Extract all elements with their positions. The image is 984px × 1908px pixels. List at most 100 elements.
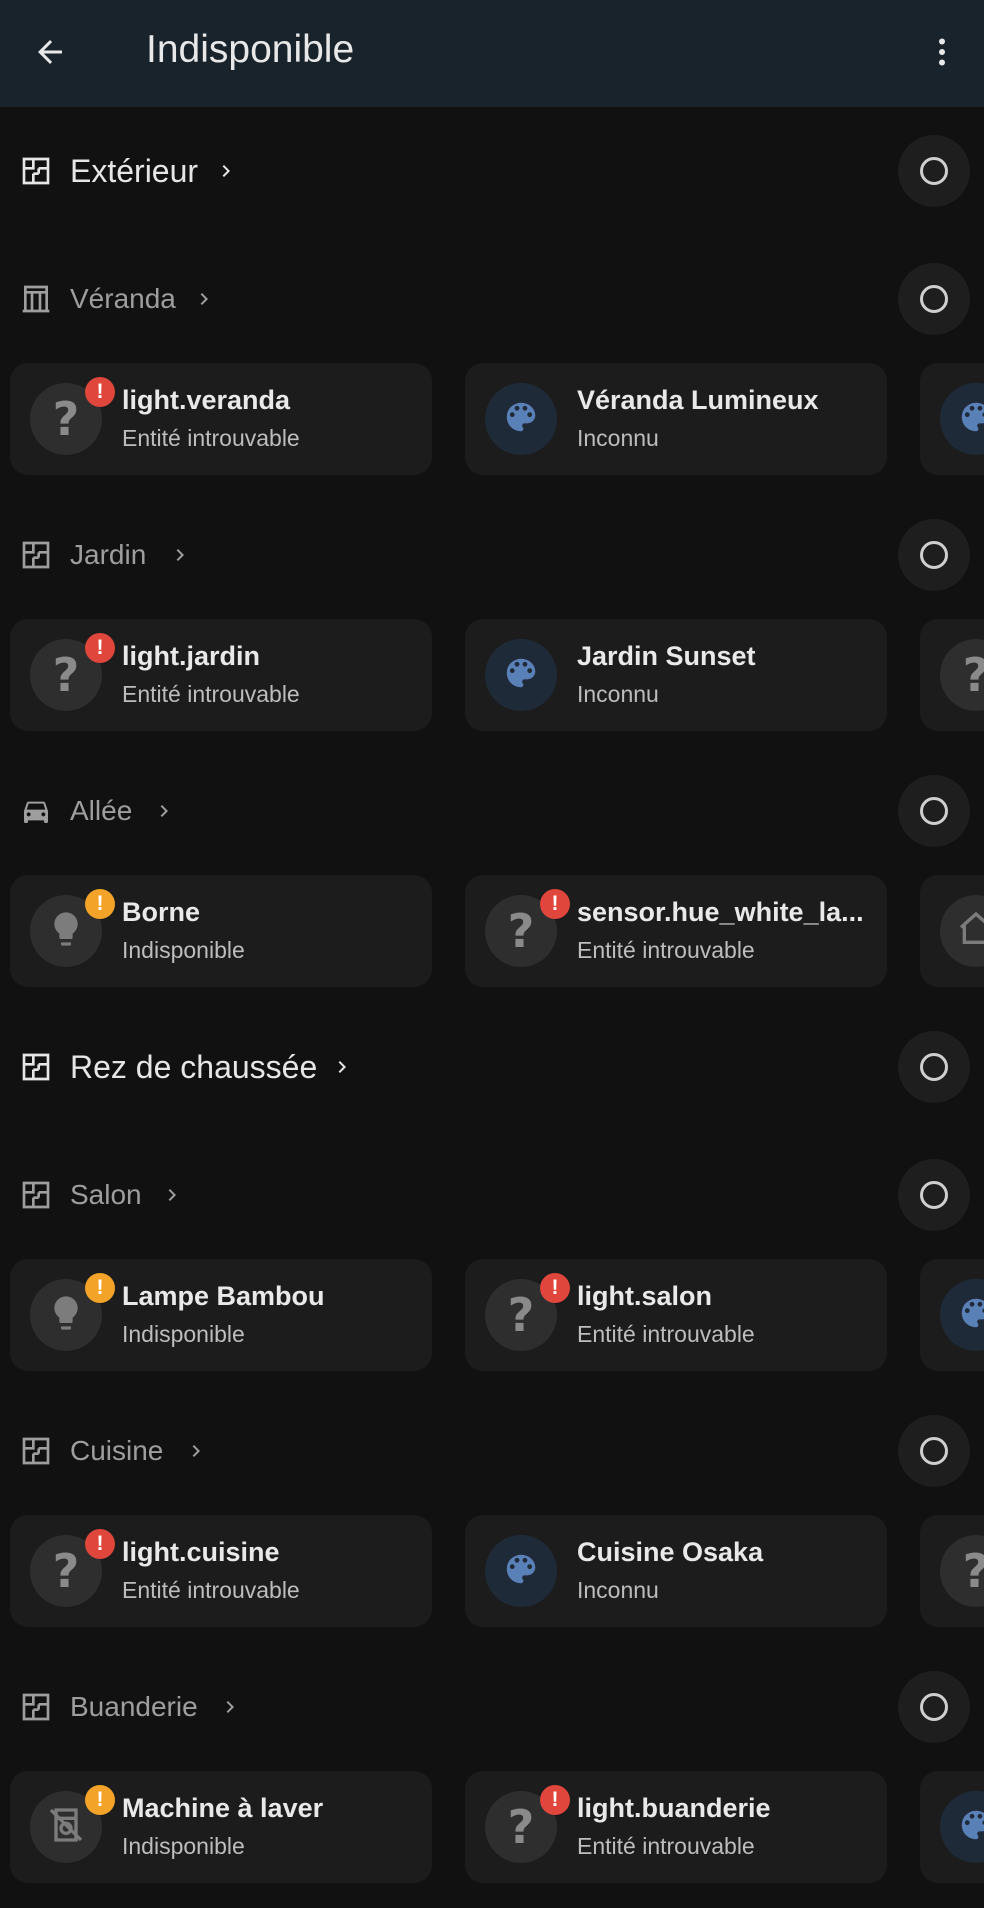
entity-name: light.jardin [122,641,260,671]
dots-vertical-icon [939,38,945,66]
chevron-right-icon[interactable] [214,159,238,183]
section-title[interactable]: Salon [70,1179,142,1211]
entity-card[interactable]: ?! light.jardin Entité introuvable [10,619,432,731]
floor-plan-icon [20,1435,52,1467]
chevron-right-icon[interactable] [218,1695,242,1719]
floor-header: Extérieur [0,107,984,235]
error-badge-icon: ! [540,1785,570,1815]
circle-outline-icon [920,797,948,825]
chevron-right-icon[interactable] [330,1055,354,1079]
entity-icon-container [940,1279,984,1351]
section-title[interactable]: Véranda [70,283,176,315]
area-header: Jardin [0,491,984,619]
chevron-right-icon[interactable] [184,1439,208,1463]
entity-card-row: ?! light.cuisine Entité introuvable Cuisine… [0,1515,984,1643]
circle-outline-icon [920,1693,948,1721]
entity-name: Jardin Sunset [577,641,756,671]
circle-outline-icon [920,1181,948,1209]
floor-plan-icon [20,1691,52,1723]
floor-plan-icon [20,1179,52,1211]
entity-name: Cuisine Osaka [577,1537,764,1567]
section-title[interactable]: Allée [70,795,132,827]
entity-name: light.salon [577,1281,712,1311]
chevron-right-icon[interactable] [192,287,216,311]
section-toggle-button[interactable] [898,135,970,207]
error-badge-icon: ! [540,889,570,919]
entity-card-row: ?! light.jardin Entité introuvable Jardin S… [0,619,984,747]
error-badge-icon: ! [85,633,115,663]
entity-name: light.veranda [122,385,291,415]
section-toggle-button[interactable] [898,1415,970,1487]
entity-icon-container [485,383,557,455]
section-toggle-button[interactable] [898,1671,970,1743]
entity-state: Inconnu [577,681,659,707]
bulb-icon [46,909,86,954]
circle-outline-icon [920,1053,948,1081]
entity-name: Borne [122,897,201,927]
entity-card[interactable]: ! Lampe Bambou Indisponible [10,1259,432,1371]
palette-icon [957,398,984,441]
entity-state: Indisponible [122,937,245,963]
section-title[interactable]: Rez de chaussée [70,1049,317,1086]
section-title[interactable]: Extérieur [70,153,198,190]
entity-card[interactable]: ? [920,619,984,731]
entity-card-row: ! Machine à laver Indisponible ?! light.buan… [0,1771,984,1899]
section-toggle-button[interactable] [898,1159,970,1231]
entity-card[interactable] [920,363,984,475]
entity-card[interactable]: ! Borne Indisponible [10,875,432,987]
section-toggle-button[interactable] [898,775,970,847]
area-header: Cuisine [0,1387,984,1515]
entity-card[interactable]: ?! sensor.hue_white_la... Entité introuvab… [465,875,887,987]
overflow-menu-button[interactable] [920,30,964,74]
section-toggle-button[interactable] [898,263,970,335]
circle-outline-icon [920,157,948,185]
floor-plan-icon [20,155,52,187]
entity-icon-container: ? [940,1535,984,1607]
entity-card[interactable]: Véranda Lumineux Inconnu [465,363,887,475]
entity-card[interactable]: Cuisine Osaka Inconnu [465,1515,887,1627]
section-title[interactable]: Buanderie [70,1691,198,1723]
circle-outline-icon [920,285,948,313]
entity-card[interactable]: ?! light.veranda Entité introuvable [10,363,432,475]
error-badge-icon: ! [85,377,115,407]
area-header: Salon [0,1131,984,1259]
entity-card-row: ! Lampe Bambou Indisponible?! light.salon En… [0,1259,984,1387]
chevron-right-icon[interactable] [152,799,176,823]
question-icon: ? [52,1544,80,1598]
section-title[interactable]: Cuisine [70,1435,163,1467]
entity-name: light.cuisine [122,1537,280,1567]
page-title: Indisponible [146,28,355,71]
floor-header: Rez de chaussée [0,1003,984,1131]
entity-state: Indisponible [122,1833,245,1859]
entity-card[interactable] [920,1259,984,1371]
section-toggle-button[interactable] [898,1031,970,1103]
entity-card[interactable] [920,1771,984,1883]
warning-badge-icon: ! [85,1785,115,1815]
entity-card-row: ?! light.veranda Entité introuvable Véranda… [0,363,984,491]
question-icon: ? [52,648,80,702]
chevron-right-icon[interactable] [168,543,192,567]
palette-icon [502,1550,540,1593]
error-badge-icon: ! [540,1273,570,1303]
question-icon: ? [507,1288,535,1342]
section-toggle-button[interactable] [898,519,970,591]
entity-icon-container [940,1791,984,1863]
entity-card[interactable]: ?! light.cuisine Entité introuvable [10,1515,432,1627]
entity-card[interactable]: ! Machine à laver Indisponible [10,1771,432,1883]
entity-name: Véranda Lumineux [577,385,819,415]
back-button[interactable] [28,30,72,74]
entity-state: Entité introuvable [577,1321,755,1347]
entity-card[interactable]: ?! light.buanderie Entité introuvable [465,1771,887,1883]
arrow-left-icon [38,40,62,64]
entity-card[interactable]: Jardin Sunset Inconnu [465,619,887,731]
entity-icon-container [485,639,557,711]
palette-icon [957,1294,984,1337]
entity-name: sensor.hue_white_la... [577,897,864,927]
question-icon: ? [52,392,80,446]
section-title[interactable]: Jardin [70,539,146,571]
chevron-right-icon[interactable] [160,1183,184,1207]
entity-card[interactable]: ? [920,1515,984,1627]
entity-card[interactable] [920,875,984,987]
app-header: Indisponible [0,0,984,107]
entity-card[interactable]: ?! light.salon Entité introuvable [465,1259,887,1371]
